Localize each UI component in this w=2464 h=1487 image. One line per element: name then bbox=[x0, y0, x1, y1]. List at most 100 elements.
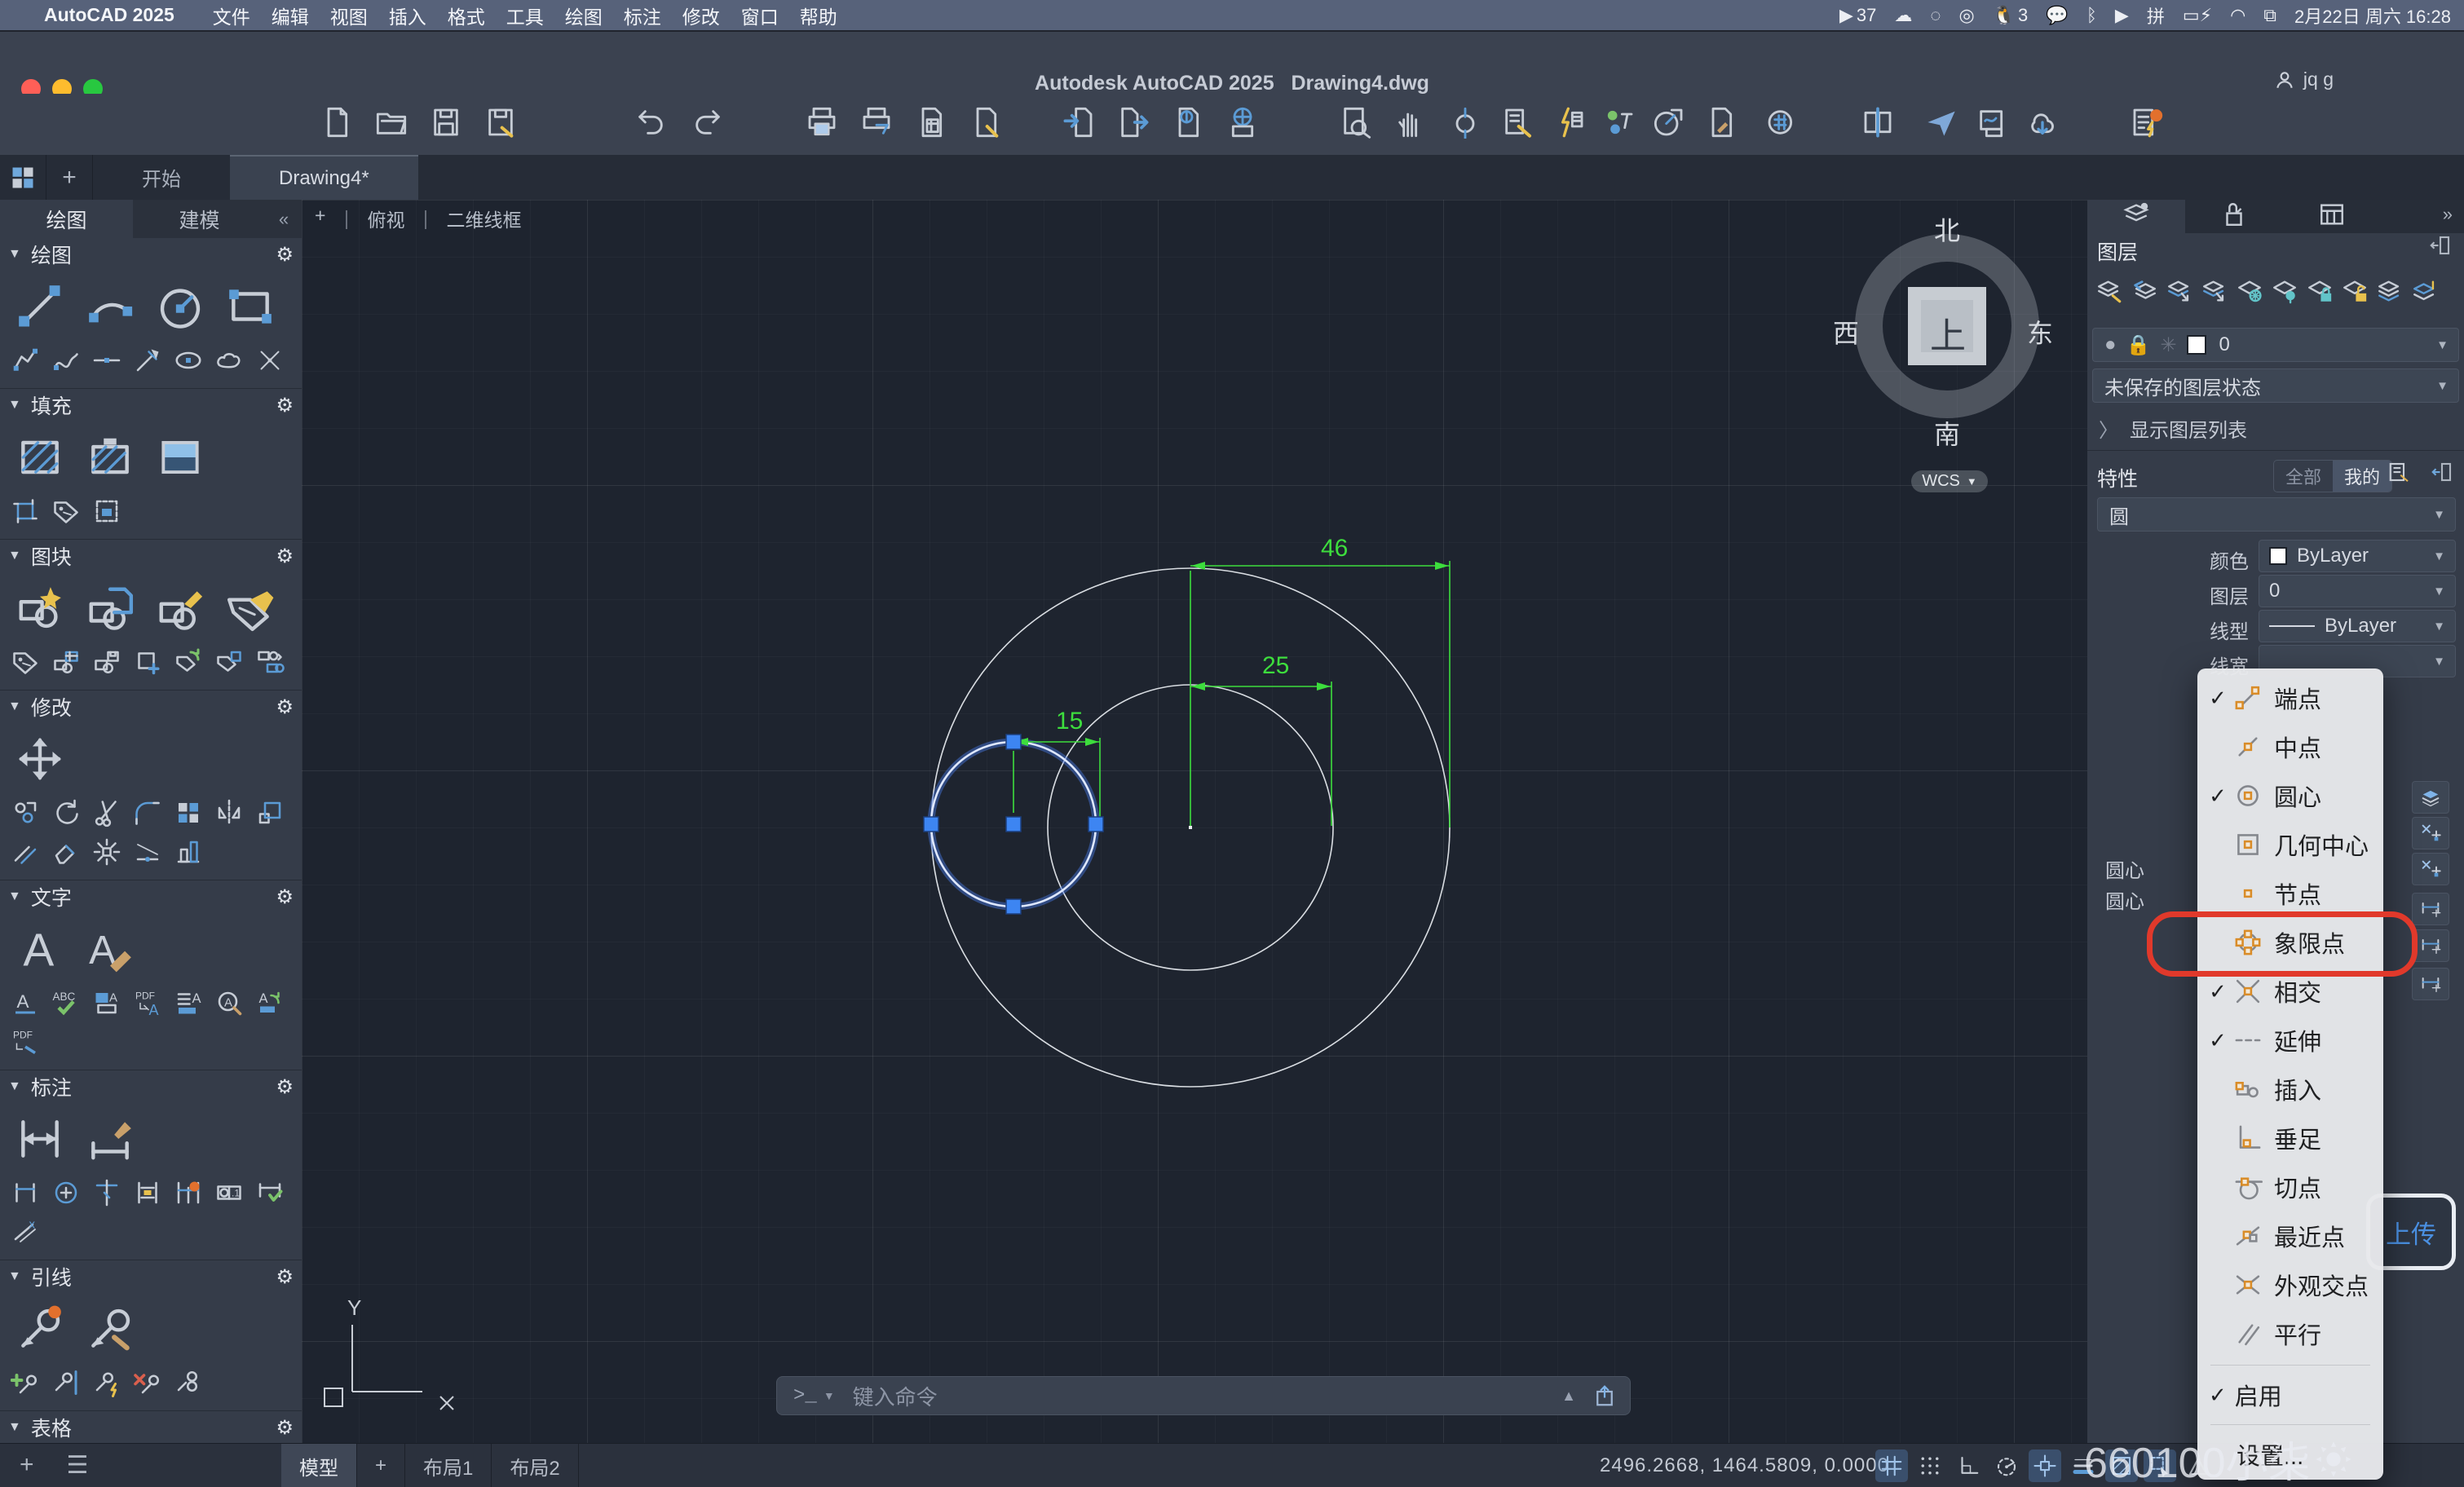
bluetooth-icon[interactable]: ᛒ bbox=[2086, 5, 2097, 26]
tool-dim-center[interactable] bbox=[46, 1173, 86, 1212]
command-input-placeholder[interactable]: 键入命令 bbox=[853, 1381, 938, 1411]
palette-add-button[interactable]: + bbox=[20, 1451, 34, 1479]
palette-menu-button[interactable]: ☰ bbox=[67, 1451, 89, 1480]
view-cube[interactable]: 北 东 南 西 上 bbox=[1843, 222, 2051, 430]
tool-boundary[interactable] bbox=[5, 492, 46, 531]
cloud-status-icon[interactable]: ☁ bbox=[1894, 5, 1912, 26]
grip-handle[interactable] bbox=[924, 817, 938, 832]
tool-dimension[interactable] bbox=[5, 1105, 75, 1173]
status-polar-toggle[interactable] bbox=[1990, 1449, 2023, 1482]
osnap-menu-item-圆心[interactable]: ✓ 圆心 bbox=[2197, 771, 2383, 820]
osnap-menu-item-延伸[interactable]: ✓ 延伸 bbox=[2197, 1016, 2383, 1065]
plot-edit-button[interactable] bbox=[967, 105, 1005, 143]
layer-lock-button[interactable] bbox=[2306, 277, 2334, 309]
section-gear-icon[interactable]: ⚙ bbox=[276, 394, 294, 417]
export-file-button[interactable] bbox=[1115, 105, 1152, 143]
tool-text-find[interactable]: A bbox=[209, 983, 249, 1022]
show-layer-list-link[interactable]: 〉显示图层列表 bbox=[2099, 414, 2247, 443]
tab-layout1[interactable]: 布局1 bbox=[405, 1444, 492, 1487]
tab-sheetset-panel[interactable] bbox=[2283, 196, 2381, 233]
tool-text-table[interactable]: A bbox=[86, 983, 127, 1022]
tool-rectangle[interactable] bbox=[215, 272, 285, 341]
tool-construction-line[interactable] bbox=[86, 341, 127, 380]
import-file-button[interactable] bbox=[1060, 105, 1097, 143]
section-gear-icon[interactable]: ⚙ bbox=[276, 1075, 294, 1099]
menu-窗口[interactable]: 窗口 bbox=[741, 7, 779, 28]
new-drawing-tab-button[interactable]: + bbox=[46, 155, 93, 200]
style-brush-button[interactable] bbox=[1702, 105, 1740, 143]
save-as-button[interactable] bbox=[482, 105, 519, 143]
layer-off-button[interactable] bbox=[2271, 277, 2298, 309]
panel-overflow-button[interactable]: » bbox=[2443, 196, 2464, 233]
wcs-control[interactable]: WCS▼ bbox=[1911, 470, 1988, 492]
command-share-icon[interactable] bbox=[1592, 1383, 1617, 1408]
tool-polyline[interactable] bbox=[5, 341, 46, 380]
tool-leader[interactable] bbox=[5, 1295, 75, 1363]
layer-match-button[interactable] bbox=[2095, 277, 2123, 309]
compare-button[interactable] bbox=[1859, 105, 1897, 143]
tool-rotate[interactable] bbox=[46, 793, 86, 832]
quick-select-button[interactable] bbox=[1551, 105, 1588, 143]
menu-帮助[interactable]: 帮助 bbox=[800, 7, 837, 28]
layer-freeze-button[interactable] bbox=[2236, 277, 2263, 309]
tool-tag[interactable] bbox=[5, 642, 46, 682]
property-value-线型[interactable]: ByLayer▼ bbox=[2259, 610, 2456, 642]
clipboard-action-button[interactable] bbox=[2128, 105, 2166, 143]
tool-attribute-edit[interactable] bbox=[215, 574, 285, 642]
tool-leader-edit[interactable] bbox=[75, 1295, 145, 1363]
page-setup-button[interactable] bbox=[912, 105, 950, 143]
section-gear-icon[interactable]: ⚙ bbox=[276, 695, 294, 719]
command-line[interactable]: >_ ▼ 键入命令 ▲ bbox=[776, 1376, 1631, 1415]
tool-dim-linear[interactable] bbox=[5, 1173, 46, 1212]
collapse-triangle-icon[interactable]: ▼ bbox=[8, 699, 21, 714]
collapse-triangle-icon[interactable]: ▼ bbox=[8, 1420, 21, 1435]
print-preview-button[interactable] bbox=[858, 105, 895, 143]
tool-ellipse[interactable] bbox=[168, 341, 209, 380]
osnap-menu-item-最近点[interactable]: 最近点 bbox=[2197, 1211, 2383, 1260]
status-osnap-toggle[interactable] bbox=[2029, 1449, 2061, 1482]
layers-dd-mini-button[interactable] bbox=[2412, 781, 2449, 814]
layer-dropdown[interactable]: ● 🔒 ✳ 0 ▼ bbox=[2092, 328, 2459, 362]
wechat-icon[interactable]: 💬 bbox=[2046, 5, 2068, 26]
tool-block-table[interactable] bbox=[46, 642, 86, 682]
tool-text-multiline[interactable]: A bbox=[5, 915, 75, 983]
section-gear-icon[interactable]: ⚙ bbox=[276, 545, 294, 568]
tool-block-replace[interactable] bbox=[249, 642, 290, 682]
osnap-x-mini-button[interactable] bbox=[2412, 853, 2449, 885]
layer-isolate-button[interactable] bbox=[2166, 277, 2193, 309]
menu-bar-clock[interactable]: 2月22日 周六 16:28 bbox=[2294, 2, 2451, 29]
undo-button[interactable] bbox=[632, 105, 669, 143]
add-layout-button[interactable]: + bbox=[357, 1444, 405, 1487]
tool-leader-remove[interactable] bbox=[127, 1363, 168, 1402]
tab-start[interactable]: 开始 bbox=[93, 155, 230, 200]
dim-h-mini-button[interactable] bbox=[2412, 893, 2449, 925]
tool-hatch-small[interactable] bbox=[86, 492, 127, 531]
tab-layout2[interactable]: 布局2 bbox=[492, 1444, 578, 1487]
tool-tag[interactable] bbox=[46, 492, 86, 531]
group-button[interactable] bbox=[1601, 105, 1638, 143]
tool-trim[interactable] bbox=[86, 793, 127, 832]
open-folder-button[interactable] bbox=[373, 105, 410, 143]
tool-array[interactable] bbox=[168, 793, 209, 832]
tool-dim-break[interactable] bbox=[86, 1173, 127, 1212]
new-file-button[interactable] bbox=[318, 105, 355, 143]
section-gear-icon[interactable]: ⚙ bbox=[276, 1265, 294, 1289]
status-grid-toggle[interactable] bbox=[1875, 1449, 1908, 1482]
palette-tab-model[interactable]: 建模 bbox=[133, 200, 266, 238]
tool-dim-check[interactable] bbox=[249, 1173, 290, 1212]
tool-mirror[interactable] bbox=[209, 793, 249, 832]
menu-文件[interactable]: 文件 bbox=[213, 7, 250, 28]
osnap-menu-item-几何中心[interactable]: 几何中心 bbox=[2197, 820, 2383, 869]
tool-pdf-export[interactable]: PDFA bbox=[127, 983, 168, 1022]
battery-icon[interactable]: ▭⚡ bbox=[2183, 5, 2212, 26]
tab-xref-panel[interactable] bbox=[2185, 196, 2283, 233]
screen-edit-button[interactable] bbox=[1499, 105, 1536, 143]
osnap-menu-item-切点[interactable]: 切点 bbox=[2197, 1163, 2383, 1211]
tool-copy[interactable] bbox=[5, 793, 46, 832]
orbit-button[interactable] bbox=[1446, 105, 1484, 143]
tool-join[interactable] bbox=[127, 832, 168, 871]
layer-state-dropdown[interactable]: 未保存的图层状态▼ bbox=[2092, 368, 2459, 403]
measure-button[interactable] bbox=[1650, 105, 1688, 143]
tool-explode[interactable] bbox=[86, 832, 127, 871]
control-center-icon[interactable]: ⧉ bbox=[2263, 5, 2276, 26]
